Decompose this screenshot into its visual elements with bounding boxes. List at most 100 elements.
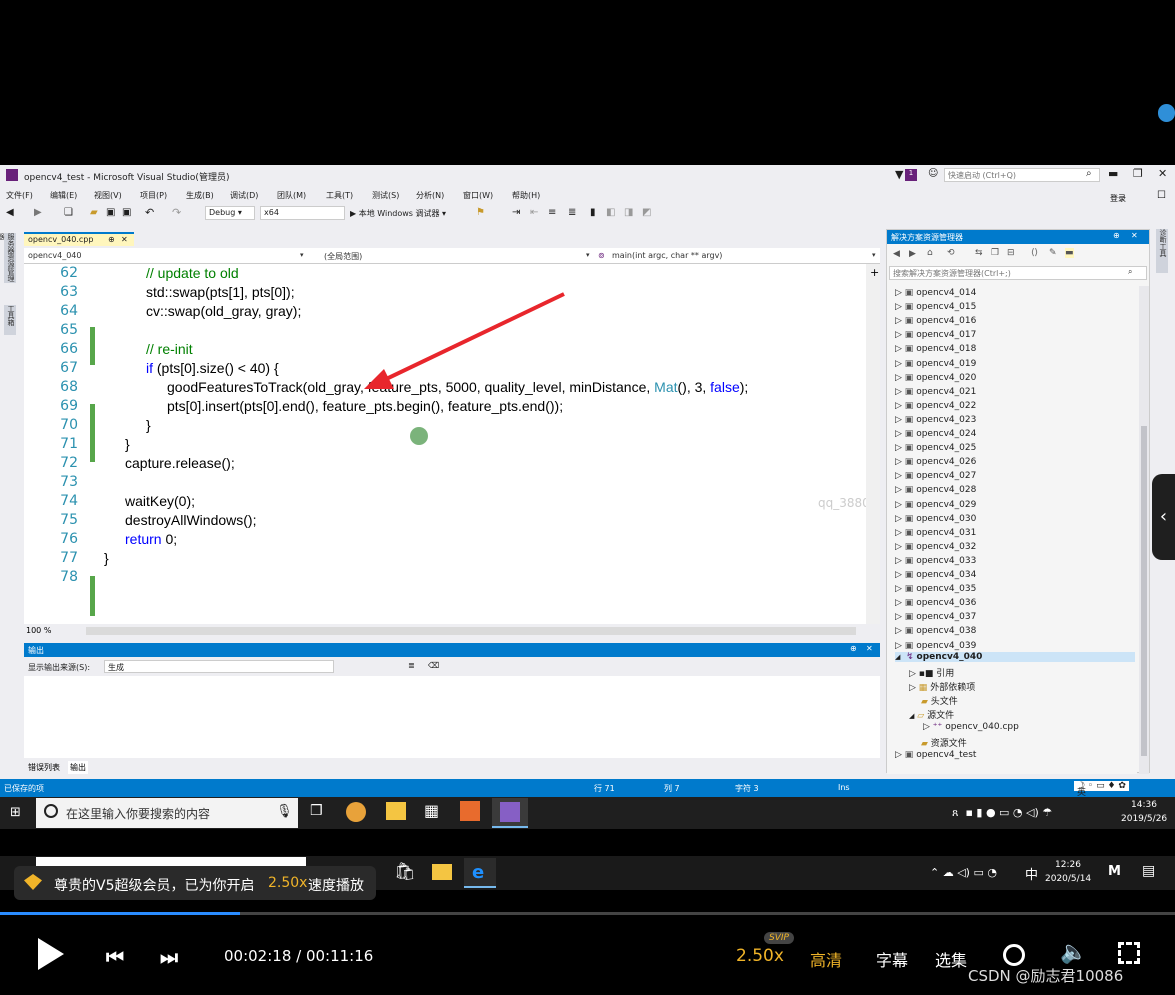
nav-project-arrow-icon[interactable]: ▾ xyxy=(300,251,304,259)
solution-search-input[interactable]: 搜索解决方案资源管理器(Ctrl+;) ⌕ xyxy=(889,266,1147,280)
chrome-icon[interactable] xyxy=(346,802,366,822)
restore-button[interactable]: ❐ xyxy=(1133,167,1143,180)
vs-icon[interactable]: ⟲ xyxy=(947,248,955,258)
output-close-icon[interactable]: ✕ xyxy=(866,644,873,653)
tree-active-project[interactable]: ◢ ↯ opencv4_040 xyxy=(895,652,1135,662)
menu-window[interactable]: 窗口(W) xyxy=(463,190,493,201)
tab-output[interactable]: 输出 xyxy=(68,761,88,774)
show-all-icon[interactable]: ❐ xyxy=(991,248,999,258)
tree-project[interactable]: ▷ ▣ opencv4_025 xyxy=(895,443,976,453)
tree-project[interactable]: ▷ ▣ opencv4_030 xyxy=(895,514,976,524)
next-button[interactable]: ⏭ xyxy=(160,945,178,969)
play-button[interactable] xyxy=(38,938,64,970)
solution-scrollbar[interactable] xyxy=(1139,286,1149,774)
forward-icon[interactable]: ▶ xyxy=(34,207,42,218)
nav-scope-arrow-icon[interactable]: ▾ xyxy=(586,251,590,259)
menu-test[interactable]: 测试(S) xyxy=(372,190,399,201)
filter-icon[interactable]: ▼ xyxy=(895,168,903,181)
step-over-icon[interactable]: ⇤ xyxy=(530,207,538,218)
fullscreen-icon[interactable] xyxy=(1118,942,1140,964)
menu-help[interactable]: 帮助(H) xyxy=(512,190,540,201)
tree-project[interactable]: ▷ ▣ opencv4_033 xyxy=(895,556,976,566)
task-view-icon[interactable]: ❒ xyxy=(310,803,323,819)
tree-project[interactable]: ▷ ▣ opencv4_026 xyxy=(895,457,976,467)
tree-references[interactable]: ▷ ▪■ 引用 xyxy=(909,666,954,679)
account-icon[interactable]: ☐ xyxy=(1157,190,1166,201)
tree-project[interactable]: ▷ ▣ opencv4_016 xyxy=(895,316,976,326)
visual-studio-taskbar-button[interactable] xyxy=(492,798,528,828)
speed-button[interactable]: 2.50x xyxy=(736,946,784,966)
code-editor[interactable]: 6162// update to old63std::swap(pts[1], … xyxy=(24,264,880,624)
output-pin-icon[interactable]: ⊕ xyxy=(850,644,857,653)
redo-icon[interactable]: ↷ xyxy=(172,206,181,219)
sol-forward-icon[interactable]: ▶ xyxy=(909,249,916,259)
tree-project[interactable]: ▷ ▣ opencv4_017 xyxy=(895,330,976,340)
close-tab-icon[interactable]: ✕ xyxy=(121,235,128,244)
tree-project[interactable]: ▷ ▣ opencv4_018 xyxy=(895,344,976,354)
menu-build[interactable]: 生成(B) xyxy=(186,190,214,201)
comment-icon[interactable]: ≡ xyxy=(548,207,556,218)
solution-pin-icon[interactable]: ⊕ xyxy=(1113,231,1120,240)
save-icon[interactable]: ▣ xyxy=(106,207,115,218)
tree-project[interactable]: ▷ ▣ opencv4_022 xyxy=(895,401,976,411)
platform-select[interactable]: x64 xyxy=(260,206,345,220)
diagnostic-tools-tab[interactable]: 诊断工具 xyxy=(1156,229,1168,273)
floating-ball-icon[interactable] xyxy=(1158,104,1175,122)
tree-project[interactable]: ▷ ▣ opencv4_021 xyxy=(895,387,976,397)
step-icon[interactable]: ⇥ xyxy=(512,207,520,218)
ime-indicator[interactable]: 英 ☽ ◦ ▭ ♦ ✿ xyxy=(1074,781,1129,797)
output-clear-icon[interactable]: ⌫ xyxy=(428,661,439,670)
solution-scroll-thumb[interactable] xyxy=(1141,426,1147,756)
minimize-button[interactable]: ▬ xyxy=(1108,167,1118,180)
taskbar-search[interactable]: 在这里输入你要搜索的内容 🎙 xyxy=(36,798,298,828)
config-select[interactable]: Debug ▾ xyxy=(205,206,255,220)
tree-project[interactable]: ▷ ▣ opencv4_029 xyxy=(895,500,976,510)
menu-team[interactable]: 团队(M) xyxy=(277,190,306,201)
new-project-icon[interactable]: ❏ xyxy=(64,207,73,218)
sync-icon[interactable]: ⇆ xyxy=(975,248,983,258)
menu-analyze[interactable]: 分析(N) xyxy=(416,190,444,201)
bookmark-next-icon[interactable]: ◨ xyxy=(624,207,633,218)
zoom-level[interactable]: 100 % xyxy=(26,626,51,635)
tree-source-file[interactable]: ▷ ⁺⁺ opencv_040.cpp xyxy=(923,722,1019,732)
tree-project[interactable]: ▷ ▣ opencv4_014 xyxy=(895,288,976,298)
menu-view[interactable]: 视图(V) xyxy=(94,190,122,201)
pin-icon[interactable]: ⊕ xyxy=(108,235,115,244)
episodes-button[interactable]: 选集 xyxy=(935,947,967,971)
menu-project[interactable]: 项目(P) xyxy=(140,190,167,201)
nav-function-dropdown[interactable]: main(int argc, char ** argv) xyxy=(612,251,722,260)
quick-launch-input[interactable] xyxy=(944,168,1100,182)
tree-project[interactable]: ▷ ▣ opencv4_035 xyxy=(895,584,976,594)
toolbox-tab[interactable]: 工具箱 xyxy=(4,305,16,335)
tree-project[interactable]: ▷ ▣ opencv4_027 xyxy=(895,471,976,481)
sol-back-icon[interactable]: ◀ xyxy=(893,249,900,259)
collapse-icon[interactable]: ⊟ xyxy=(1007,248,1015,258)
tree-header-files[interactable]: ▰ 头文件 xyxy=(921,694,958,707)
output-wrap-icon[interactable]: ≣ xyxy=(408,661,415,670)
tree-last-project[interactable]: ▷ ▣ opencv4_test xyxy=(895,750,976,760)
tree-project[interactable]: ▷ ▣ opencv4_031 xyxy=(895,528,976,538)
tray-icons[interactable]: ጸ ▪ ▮ ● ▭ ◔ ◁) ☂ xyxy=(952,806,1052,820)
feedback-icon[interactable]: ☺ xyxy=(928,168,938,179)
file-explorer-icon[interactable] xyxy=(386,802,406,820)
menu-debug[interactable]: 调试(D) xyxy=(230,190,258,201)
menu-edit[interactable]: 编辑(E) xyxy=(50,190,77,201)
tab-error-list[interactable]: 错误列表 xyxy=(26,762,62,773)
quality-button[interactable]: 高清 xyxy=(810,947,842,971)
bookmark-clear-icon[interactable]: ◩ xyxy=(642,207,651,218)
nav-scope-dropdown[interactable]: (全局范围) xyxy=(324,251,362,262)
tree-source-files[interactable]: ◢ ▱ 源文件 xyxy=(909,708,954,721)
outer-ime-label[interactable]: 中 xyxy=(1025,864,1038,883)
microphone-icon[interactable]: 🎙 xyxy=(276,804,293,819)
tool-icon[interactable]: ⚑ xyxy=(476,207,485,218)
menu-tools[interactable]: 工具(T) xyxy=(326,190,353,201)
progress-track[interactable] xyxy=(0,912,1175,915)
tree-project[interactable]: ▷ ▣ opencv4_034 xyxy=(895,570,976,580)
bookmark-prev-icon[interactable]: ◧ xyxy=(606,207,615,218)
calendar-icon[interactable]: ▦ xyxy=(424,801,439,820)
login-link[interactable]: 登录 xyxy=(1110,193,1126,204)
notification-badge[interactable]: 1 xyxy=(905,169,917,181)
preview-icon[interactable]: ▬ xyxy=(1065,248,1074,258)
store-icon[interactable]: 🛍 xyxy=(394,862,416,882)
powerpoint-icon[interactable] xyxy=(460,801,480,821)
